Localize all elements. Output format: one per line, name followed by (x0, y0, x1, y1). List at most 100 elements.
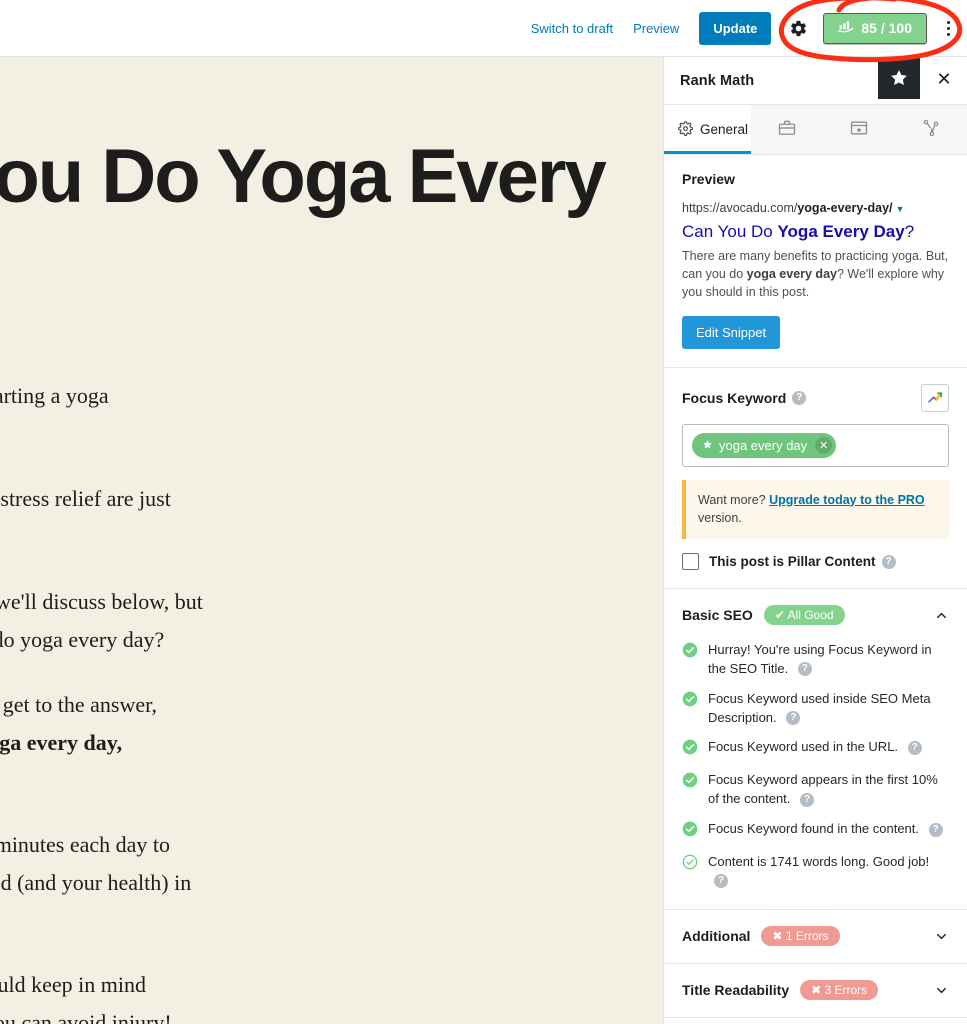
post-paragraph[interactable]: You only need about 15 minutes each day … (0, 828, 340, 862)
seo-check-label: Content is 1741 words long. Good job! ? (708, 854, 930, 889)
tab-general[interactable]: General (664, 105, 751, 154)
check-circle-filled-icon (682, 691, 698, 712)
preview-button[interactable]: Preview (623, 15, 689, 42)
tab-social[interactable] (895, 105, 967, 154)
post-paragraph[interactable]: the question is, can you do yoga every d… (0, 623, 340, 657)
seo-check-label: Hurray! You're using Focus Keyword in th… (708, 642, 932, 677)
post-paragraph[interactable]: but YES, you can do yoga every day, (0, 726, 340, 760)
panel-title: Rank Math (680, 72, 755, 89)
basic-seo-section: Basic SEO ✔ All Good Hurray! You're usin… (664, 589, 967, 910)
post-paragraph[interactable]: put your mind, your mood (and your healt… (0, 866, 340, 900)
check-circle-filled-icon (682, 821, 698, 842)
snippet-title-suffix: ? (904, 221, 915, 241)
seo-check-item: Focus Keyword appears in the first 10% o… (682, 771, 949, 809)
gear-icon[interactable] (785, 15, 811, 41)
snippet-desc-keyword: yoga every day (746, 267, 837, 282)
check-circle-filled-icon (682, 772, 698, 793)
seo-score-button[interactable]: 85 / 100 (823, 12, 927, 44)
seo-score-label: 85 / 100 (861, 20, 912, 36)
basic-seo-checklist: Hurray! You're using Focus Keyword in th… (682, 641, 949, 891)
snippet-url-prefix: https://avocadu.com/ (682, 201, 798, 215)
snippet-url[interactable]: https://avocadu.com/yoga-every-day/▼ (682, 200, 949, 217)
title-readability-section-header[interactable]: Title Readability ✖ 3 Errors (664, 964, 967, 1018)
additional-status-badge: ✖ 1 Errors (761, 926, 840, 947)
focus-keyword-heading: Focus Keyword (682, 389, 787, 406)
post-content-area: Can You Do Yoga Every Day? If you are co… (0, 57, 663, 1024)
upgrade-notice-suffix: version. (698, 511, 742, 526)
briefcase-icon (777, 118, 797, 141)
remove-icon[interactable]: ✕ (815, 436, 833, 454)
tab-schema[interactable] (823, 105, 895, 154)
post-paragraph[interactable]: Flexibility, strength, and stress relief… (0, 482, 340, 516)
basic-seo-header[interactable]: Basic SEO ✔ All Good (682, 605, 949, 625)
chevron-down-icon[interactable] (934, 929, 949, 944)
help-icon[interactable]: ? (786, 711, 801, 726)
help-icon[interactable]: ? (907, 740, 922, 755)
snippet-title[interactable]: Can You Do Yoga Every Day? (682, 221, 949, 242)
seo-check-label: Focus Keyword used in the URL. ? (708, 738, 922, 757)
edit-snippet-button[interactable]: Edit Snippet (682, 315, 781, 349)
help-icon[interactable]: ? (714, 874, 728, 889)
pillar-content-label: This post is Pillar Content (709, 554, 876, 569)
seo-check-item: Hurray! You're using Focus Keyword in th… (682, 641, 949, 679)
basic-seo-heading: Basic SEO (682, 607, 753, 623)
chevron-down-icon[interactable]: ▼ (896, 204, 905, 214)
help-icon[interactable]: ? (797, 662, 812, 677)
keyword-tag[interactable]: yoga every day ✕ (692, 432, 837, 458)
tab-advanced[interactable] (751, 105, 823, 154)
chevron-down-icon[interactable] (934, 983, 949, 998)
google-trends-icon[interactable] (921, 383, 949, 412)
post-paragraph[interactable]: Well, I don't want you to get to the ans… (0, 688, 340, 722)
post-paragraph[interactable]: There are many reasons we'll discuss bel… (0, 585, 340, 619)
upgrade-notice: Want more? Upgrade today to the PRO vers… (682, 479, 949, 539)
post-paragraph[interactable]: when doing so, so that you can avoid inj… (0, 1006, 340, 1024)
more-options-icon[interactable] (937, 13, 959, 43)
seo-check-item: Content is 1741 words long. Good job! ? (682, 853, 949, 891)
additional-heading: Additional (682, 928, 751, 945)
additional-section-header[interactable]: Additional ✖ 1 Errors (664, 910, 967, 964)
help-icon[interactable]: ? (800, 792, 815, 807)
post-paragraph[interactable]: If you are considering starting a yoga (0, 379, 340, 413)
help-icon[interactable]: ? (928, 822, 943, 837)
snippet-description: There are many benefits to practicing yo… (682, 247, 949, 301)
rank-math-sidebar: Rank Math ✕ General Preview https://avoc… (663, 57, 967, 1024)
pillar-content-row: This post is Pillar Content ? (682, 553, 949, 570)
help-icon[interactable]: ? (881, 554, 896, 569)
seo-score-icon (838, 20, 854, 36)
check-circle-filled-icon (682, 739, 698, 760)
check-circle-filled-icon (682, 642, 698, 663)
preview-section: Preview https://avocadu.com/yoga-every-d… (664, 155, 967, 368)
update-button[interactable]: Update (699, 11, 772, 45)
chevron-up-icon[interactable] (934, 608, 949, 623)
rank-math-tabs: General (664, 105, 967, 155)
focus-keyword-input[interactable]: yoga every day ✕ (682, 423, 949, 467)
help-icon[interactable]: ? (792, 390, 807, 405)
post-paragraph[interactable]: There are things you should keep in mind (0, 968, 340, 1002)
schema-window-star-icon (849, 118, 869, 141)
switch-to-draft-button[interactable]: Switch to draft (521, 15, 623, 42)
seo-check-label: Focus Keyword appears in the first 10% o… (708, 772, 938, 807)
focus-keyword-section: Focus Keyword ? yoga every day ✕ Want mo… (664, 368, 967, 589)
rank-math-header: Rank Math ✕ (664, 57, 967, 105)
post-title[interactable]: Can You Do Yoga Every Day? (0, 139, 655, 289)
check-circle-outline-icon (682, 854, 698, 875)
social-share-nodes-icon (921, 118, 941, 141)
seo-check-label: Focus Keyword used inside SEO Meta Descr… (708, 690, 931, 726)
snippet-title-prefix: Can You Do (682, 221, 778, 241)
editor-toolbar: Switch to draft Preview Update 85 / 100 (0, 0, 967, 57)
pillar-content-checkbox[interactable] (682, 553, 699, 570)
star-icon (702, 438, 713, 453)
seo-check-item: Focus Keyword used inside SEO Meta Descr… (682, 690, 949, 728)
basic-seo-status-badge: ✔ All Good (763, 605, 845, 625)
snippet-url-slug: yoga-every-day/ (797, 201, 893, 215)
close-icon[interactable]: ✕ (931, 66, 957, 92)
editor-screen: Can You Do Yoga Every Day? If you are co… (0, 0, 967, 1024)
snippet-title-keyword: Yoga Every Day (777, 221, 905, 241)
star-icon[interactable] (878, 57, 920, 99)
upgrade-link[interactable]: Upgrade today to the PRO (769, 493, 925, 507)
upgrade-notice-prefix: Want more? (698, 492, 770, 507)
gear-icon (678, 120, 693, 139)
seo-check-item: Focus Keyword used in the URL. ? (682, 738, 949, 760)
preview-heading: Preview (682, 171, 735, 187)
title-readability-heading: Title Readability (682, 982, 790, 999)
